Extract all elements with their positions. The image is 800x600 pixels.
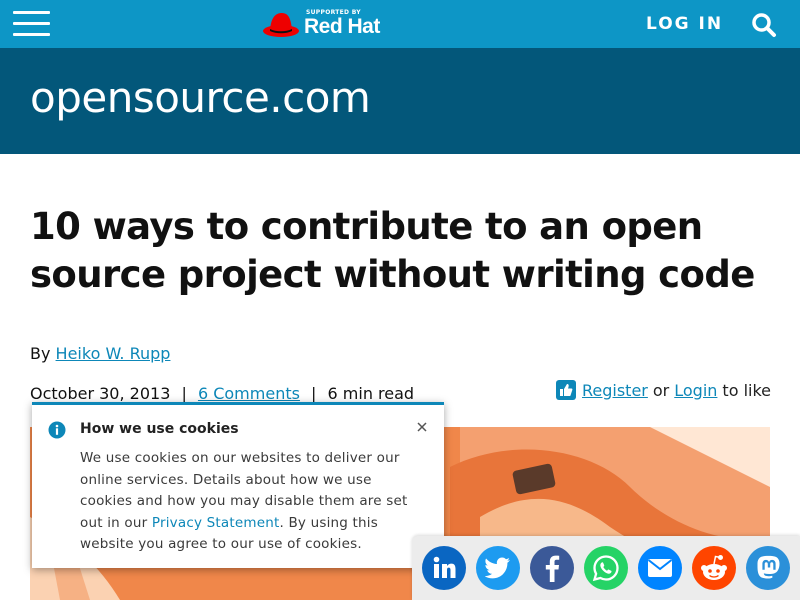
read-time: 6 min read bbox=[327, 384, 415, 403]
email-icon[interactable] bbox=[638, 546, 682, 590]
menu-line bbox=[13, 33, 50, 36]
privacy-statement-link[interactable]: Privacy Statement bbox=[152, 515, 280, 531]
hamburger-menu-icon[interactable] bbox=[13, 11, 50, 37]
byline-prefix: By bbox=[30, 344, 51, 363]
author-link[interactable]: Heiko W. Rupp bbox=[56, 344, 171, 363]
social-share-bar bbox=[412, 536, 800, 600]
menu-line bbox=[13, 11, 50, 14]
linkedin-icon[interactable] bbox=[422, 546, 466, 590]
cookie-consent-banner: How we use cookies We use cookies on our… bbox=[32, 402, 444, 568]
article-title: 10 ways to contribute to an open source … bbox=[30, 205, 755, 296]
meta-separator: | bbox=[311, 384, 317, 403]
site-logo[interactable]: opensource.com bbox=[30, 73, 371, 122]
like-login-link[interactable]: Login bbox=[674, 381, 717, 400]
comments-link[interactable]: 6 Comments bbox=[198, 384, 300, 403]
info-icon bbox=[48, 421, 66, 439]
whatsapp-icon[interactable] bbox=[584, 546, 628, 590]
redhat-hat-icon bbox=[263, 13, 299, 37]
top-navigation-bar: SUPPORTED BY Red Hat LOG IN bbox=[0, 0, 800, 48]
meta-separator: | bbox=[181, 384, 187, 403]
facebook-icon[interactable] bbox=[530, 546, 574, 590]
login-link[interactable]: LOG IN bbox=[646, 14, 723, 34]
article-meta: October 30, 2013 | 6 Comments | 6 min re… bbox=[30, 384, 414, 403]
like-or-text: or bbox=[652, 380, 670, 400]
menu-line bbox=[13, 22, 50, 25]
reddit-icon[interactable] bbox=[692, 546, 736, 590]
cookie-banner-text: We use cookies on our websites to delive… bbox=[80, 448, 422, 556]
twitter-icon[interactable] bbox=[476, 546, 520, 590]
publish-date: October 30, 2013 bbox=[30, 384, 171, 403]
sponsor-name: Red Hat bbox=[304, 15, 380, 38]
cookie-banner-title: How we use cookies bbox=[80, 421, 239, 437]
mastodon-icon[interactable] bbox=[746, 546, 790, 590]
close-icon[interactable] bbox=[415, 419, 429, 433]
like-prompt: Register or Login to like bbox=[556, 380, 771, 400]
thumbs-up-icon bbox=[556, 380, 576, 400]
byline: By Heiko W. Rupp bbox=[30, 344, 170, 363]
redhat-sponsor-logo[interactable]: SUPPORTED BY Red Hat bbox=[262, 7, 382, 43]
register-link[interactable]: Register bbox=[582, 381, 648, 400]
search-icon[interactable] bbox=[750, 11, 778, 39]
like-suffix-text: to like bbox=[722, 380, 771, 400]
